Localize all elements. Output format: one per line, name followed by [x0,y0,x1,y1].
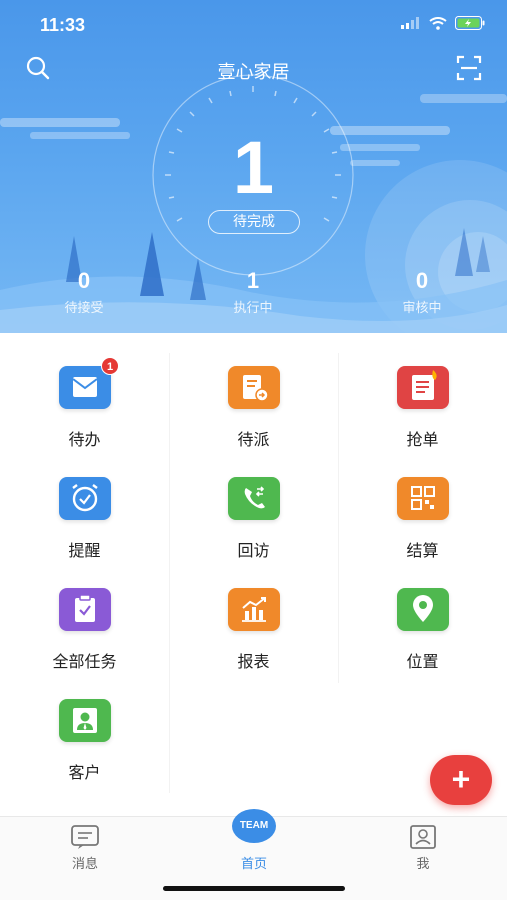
tab-label: 我 [416,856,430,871]
unread-badge: 1 [101,357,119,375]
home-indicator [163,886,345,891]
stat-label: 待接受 [64,300,104,315]
alarm-clock-icon [59,477,111,520]
scan-icon[interactable] [455,54,483,82]
menu-item-customer[interactable]: 客户 [0,666,169,782]
battery-icon [455,16,485,30]
qr-settle-icon [397,477,449,520]
pending-label[interactable]: 待完成 [208,210,300,234]
status-time: 11:33 [40,15,86,35]
menu-item-dispatch[interactable]: 待派 [169,333,338,449]
dashboard-header: 11:33 壹心家居 1 待完成 0 待接受 1 执行中 0 审核中 [0,0,507,333]
menu-item-reminder[interactable]: 提醒 [0,444,169,560]
menu-item-label: 客户 [68,765,101,782]
grab-order-icon [397,366,449,409]
stat-label: 审核中 [402,300,442,315]
tab-label: 首页 [240,856,267,871]
menu-grid: 1 待办 待派 抢单 提醒 回访 结算 全部任务 报表 位置 客户 [0,333,507,816]
tab-me[interactable]: 我 [383,825,463,872]
pending-count[interactable]: 1 [0,128,507,208]
stat-under-review[interactable]: 0 审核中 [362,268,482,316]
stat-value: 0 [77,268,91,293]
menu-item-todo[interactable]: 1 待办 [0,333,169,449]
plus-icon: + [451,761,471,797]
menu-item-settlement[interactable]: 结算 [338,444,507,560]
chart-report-icon [228,588,280,631]
menu-item-label: 位置 [406,654,439,671]
menu-item-location[interactable]: 位置 [338,555,507,671]
signal-icon [401,17,419,29]
menu-item-label: 报表 [237,654,270,671]
menu-item-callback[interactable]: 回访 [169,444,338,560]
wifi-icon [429,16,447,30]
clipboard-check-icon [59,588,111,631]
add-button[interactable]: + [430,755,492,805]
stat-waiting-accept[interactable]: 0 待接受 [24,268,144,316]
menu-item-grab-order[interactable]: 抢单 [338,333,507,449]
stat-in-progress[interactable]: 1 执行中 [193,268,313,316]
customer-icon [59,699,111,742]
tab-messages[interactable]: 消息 [45,825,125,872]
menu-item-report[interactable]: 报表 [169,555,338,671]
location-pin-icon [397,588,449,631]
dispatch-icon [228,366,280,409]
tab-label: 消息 [71,856,98,871]
profile-icon [410,825,436,849]
page-title: 壹心家居 [217,62,290,82]
message-icon [71,825,99,849]
phone-call-icon [228,477,280,520]
menu-item-all-tasks[interactable]: 全部任务 [0,555,169,671]
stat-label: 执行中 [233,300,273,315]
stat-value: 1 [246,268,260,293]
stat-value: 0 [415,268,429,293]
status-bar: 11:33 [0,0,507,50]
status-icons [401,16,485,30]
team-icon[interactable]: TEAM [232,809,276,843]
